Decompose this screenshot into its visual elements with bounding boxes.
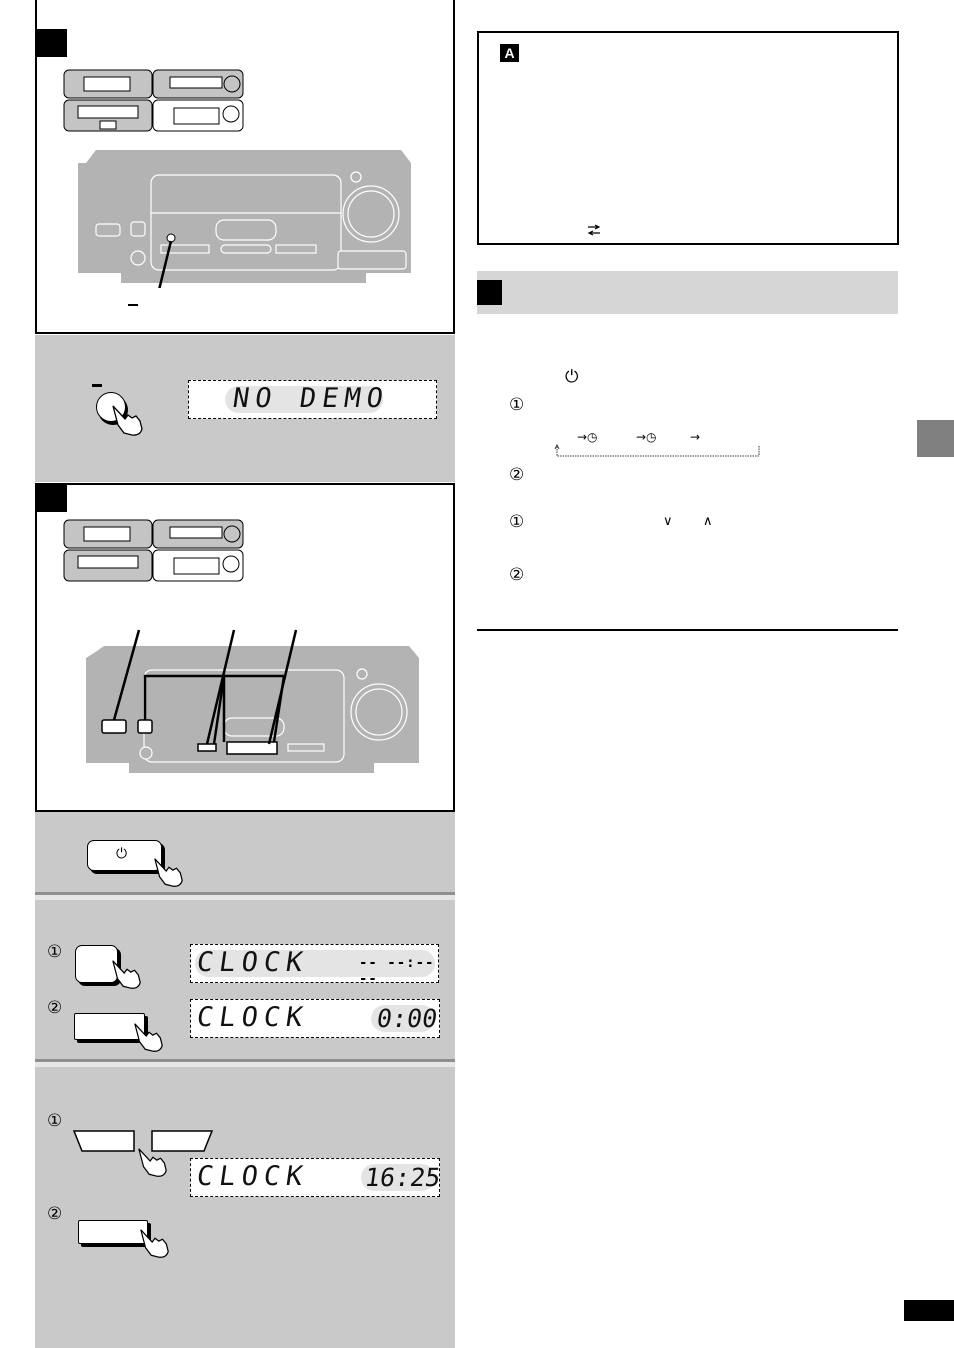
section-header-bar — [477, 271, 898, 314]
page-number-tab — [904, 1300, 954, 1321]
power-icon: ⏻ — [116, 846, 128, 862]
section-1-marker — [36, 29, 67, 57]
pressing-hand-icon — [140, 1229, 169, 1258]
section-divider — [477, 629, 898, 631]
button-indicator-dash — [128, 304, 138, 306]
section-2-marker — [36, 484, 67, 512]
power-button[interactable]: ⏻ — [87, 840, 162, 871]
step-divider — [35, 892, 455, 900]
sequence-item: → — [690, 430, 701, 444]
pressing-hand-icon — [112, 405, 143, 436]
system-overview-illustration — [63, 519, 244, 582]
step-marker-1: ① — [47, 1111, 63, 1130]
swap-arrows-icon — [587, 224, 601, 236]
sequence-item: →◷ — [577, 430, 598, 444]
section-header-marker — [477, 280, 502, 305]
main-unit-front-panel — [86, 629, 419, 773]
pressing-hand-icon — [134, 1023, 163, 1052]
pressing-hand-icon — [154, 858, 183, 887]
demo-display: NO DEMO — [188, 380, 437, 419]
step-divider — [35, 1059, 455, 1067]
pressing-hand-icon — [138, 1148, 167, 1177]
blinking-time: 0:00 — [374, 1004, 440, 1033]
step-marker-2: ② — [47, 1204, 63, 1223]
down-symbol: ∨ — [663, 514, 673, 529]
clock-display-2: CLOCK 0:00 — [190, 999, 440, 1038]
clock-display-1: CLOCK -- --:-- -- — [190, 944, 439, 987]
main-unit-front-panel — [78, 150, 411, 288]
side-chapter-tab — [917, 420, 954, 457]
step-marker-2: ② — [509, 565, 525, 584]
sequence-return-bracket — [554, 444, 760, 457]
sequence-item: →◷ — [636, 430, 657, 444]
step-marker-1: ① — [509, 395, 525, 414]
power-icon: ⏻ — [565, 367, 579, 387]
blinking-time: 16:25 — [362, 1163, 443, 1192]
system-overview-illustration — [63, 69, 244, 132]
pressing-hand-icon — [112, 960, 141, 989]
note-badge: A — [500, 44, 519, 62]
step-marker-1: ① — [509, 512, 525, 531]
time-adjust-panel — [35, 1067, 455, 1348]
step-marker-2: ② — [47, 998, 63, 1017]
demo-display-text: NO DEMO — [230, 383, 391, 414]
clock-display-3: CLOCK 16:25 — [190, 1158, 443, 1197]
step-marker-1: ① — [47, 942, 63, 961]
step-marker-2: ② — [509, 465, 525, 484]
demo-button-indicator — [92, 384, 102, 387]
note-box — [477, 31, 899, 245]
up-symbol: ∧ — [703, 514, 713, 529]
